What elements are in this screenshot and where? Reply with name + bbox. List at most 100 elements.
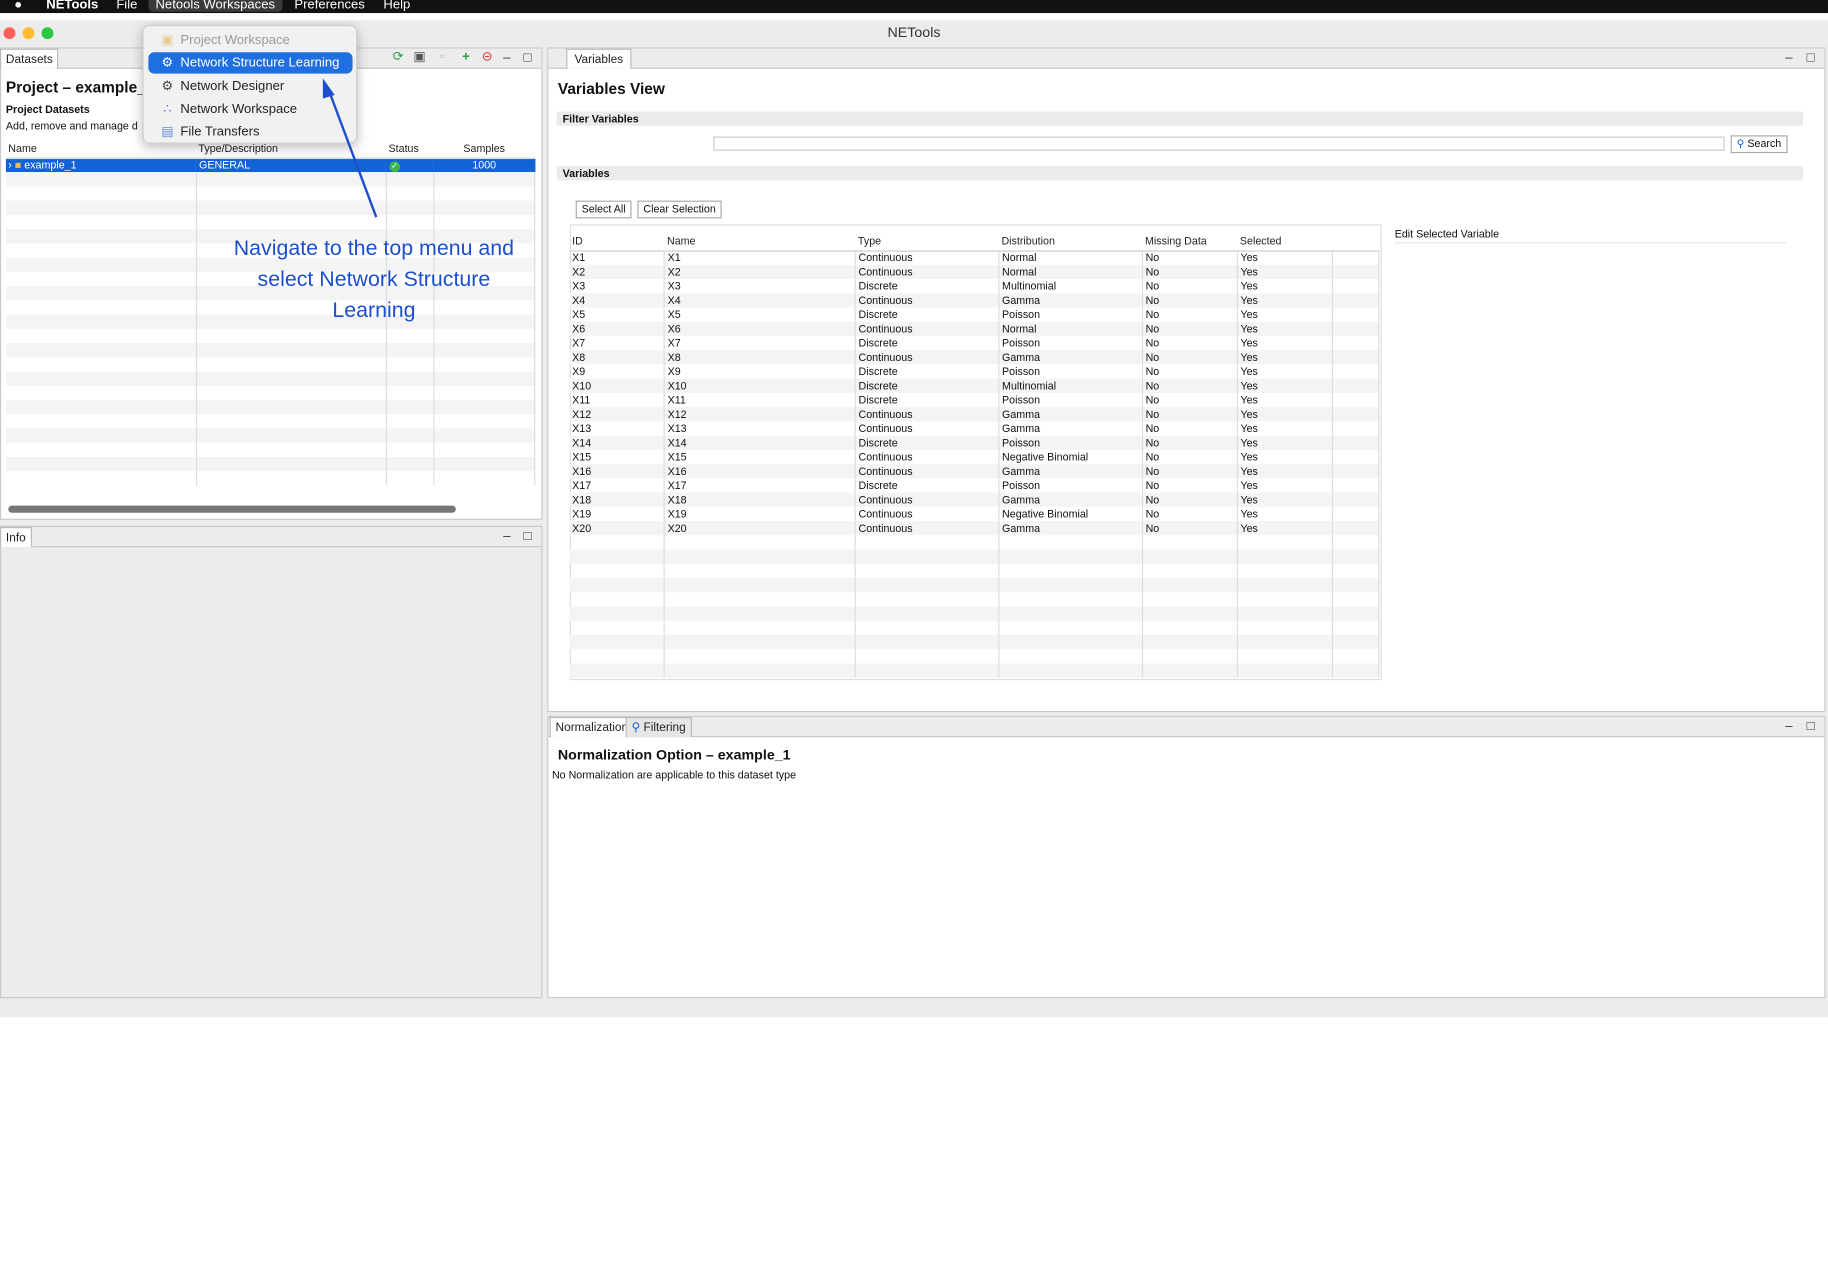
variable-cell: Gamma bbox=[999, 521, 1144, 536]
column-header[interactable]: Status bbox=[386, 138, 434, 159]
maximize-panel-icon[interactable]: □ bbox=[1807, 50, 1815, 67]
apple-icon[interactable]: ● bbox=[14, 0, 22, 12]
maximize-panel-icon[interactable]: □ bbox=[1807, 718, 1815, 735]
menu-item-label: Network Designer bbox=[180, 79, 285, 94]
dataset-row[interactable]: › ■ example_1 GENERAL ✓ 1000 bbox=[5, 157, 536, 173]
zoom-window-button[interactable] bbox=[41, 27, 54, 40]
variable-cell: Yes bbox=[1237, 321, 1334, 336]
variable-cell: X6 bbox=[569, 321, 666, 336]
variable-cell: No bbox=[1142, 278, 1239, 294]
variable-cell: Discrete bbox=[855, 278, 1000, 294]
variable-cell: X11 bbox=[664, 392, 857, 408]
menu-item-file-transfers[interactable]: ▤ File Transfers bbox=[148, 121, 352, 142]
variable-cell: Negative Binomial bbox=[999, 506, 1144, 522]
minimize-panel-icon[interactable]: – bbox=[503, 528, 510, 545]
variable-row[interactable]: X1 X1 Continuous Normal No Yes bbox=[569, 250, 1380, 265]
variable-cell: X12 bbox=[664, 407, 857, 422]
variable-row[interactable]: X16 X16 Continuous Gamma No Yes bbox=[569, 464, 1380, 479]
column-header[interactable]: Samples bbox=[433, 138, 535, 159]
variable-cell: X8 bbox=[664, 350, 857, 365]
tab-filtering[interactable]: ⚲ Filtering bbox=[625, 716, 692, 738]
annotation-text: Navigate to the top menu and select Netw… bbox=[233, 236, 515, 322]
menu-netools-workspaces[interactable]: Netools Workspaces bbox=[148, 0, 283, 12]
variable-cell: Yes bbox=[1237, 478, 1334, 493]
variable-row[interactable]: X9 X9 Discrete Poisson No Yes bbox=[569, 364, 1380, 379]
minimize-window-button[interactable] bbox=[22, 27, 35, 40]
column-header bbox=[1332, 231, 1379, 252]
menu-help[interactable]: Help bbox=[383, 0, 410, 12]
variable-cell: Yes bbox=[1237, 378, 1334, 393]
variable-row[interactable]: X7 X7 Discrete Poisson No Yes bbox=[569, 335, 1380, 351]
variable-cell: Yes bbox=[1237, 464, 1334, 479]
variable-row[interactable]: X8 X8 Continuous Gamma No Yes bbox=[569, 350, 1380, 365]
horizontal-scrollbar[interactable] bbox=[8, 505, 456, 513]
dataset-type-cell: GENERAL bbox=[196, 157, 387, 173]
variable-row[interactable]: X11 X11 Discrete Poisson No Yes bbox=[569, 392, 1380, 408]
variable-row[interactable]: X10 X10 Discrete Multinomial No Yes bbox=[569, 378, 1380, 393]
variable-cell: Yes bbox=[1237, 264, 1334, 279]
document-icon[interactable]: ▫ bbox=[433, 49, 451, 67]
remove-icon[interactable]: ⊝ bbox=[478, 49, 496, 67]
variable-cell: X17 bbox=[569, 478, 666, 493]
column-header[interactable]: Distribution bbox=[999, 231, 1143, 252]
variable-cell: X5 bbox=[664, 307, 857, 322]
empty-row bbox=[569, 635, 1380, 650]
variable-row[interactable]: X19 X19 Continuous Negative Binomial No Yes bbox=[569, 506, 1380, 522]
variable-row[interactable]: X20 X20 Continuous Gamma No Yes bbox=[569, 521, 1380, 536]
variables-view-title: Variables View bbox=[557, 79, 665, 98]
info-panel: Info – □ bbox=[0, 525, 543, 999]
empty-row bbox=[5, 442, 536, 457]
maximize-panel-icon[interactable]: □ bbox=[523, 50, 531, 67]
minimize-panel-icon[interactable]: – bbox=[503, 50, 510, 67]
tab-info[interactable]: Info bbox=[0, 527, 32, 548]
file-icon: ▤ bbox=[161, 124, 174, 140]
column-header[interactable]: ID bbox=[569, 231, 665, 252]
tab-variables[interactable]: Variables bbox=[566, 48, 632, 69]
variable-cell: Poisson bbox=[999, 364, 1144, 379]
tab-datasets[interactable]: Datasets bbox=[0, 48, 59, 69]
add-icon[interactable]: + bbox=[457, 49, 475, 67]
app-menu[interactable]: NETools bbox=[46, 0, 98, 12]
refresh-icon[interactable]: ⟳ bbox=[389, 49, 407, 67]
variable-cell: X11 bbox=[569, 392, 666, 408]
variable-cell: Continuous bbox=[855, 521, 1000, 536]
variable-row[interactable]: X15 X15 Continuous Negative Binomial No Yes bbox=[569, 449, 1380, 465]
variable-row[interactable]: X18 X18 Continuous Gamma No Yes bbox=[569, 492, 1380, 507]
column-header[interactable]: Name bbox=[664, 231, 856, 252]
variable-row[interactable]: X13 X13 Continuous Gamma No Yes bbox=[569, 421, 1380, 436]
variable-row[interactable]: X12 X12 Continuous Gamma No Yes bbox=[569, 407, 1380, 422]
variable-row[interactable]: X4 X4 Continuous Gamma No Yes bbox=[569, 293, 1380, 308]
close-window-button[interactable] bbox=[3, 27, 16, 40]
variable-cell: X8 bbox=[569, 350, 666, 365]
variable-cell: Yes bbox=[1237, 364, 1334, 379]
variable-cell: X16 bbox=[569, 464, 666, 479]
variable-row[interactable]: X17 X17 Discrete Poisson No Yes bbox=[569, 478, 1380, 493]
variable-row[interactable]: X6 X6 Continuous Normal No Yes bbox=[569, 321, 1380, 336]
clear-selection-button[interactable]: Clear Selection bbox=[637, 200, 722, 219]
empty-row bbox=[569, 620, 1380, 636]
minimize-panel-icon[interactable]: – bbox=[1785, 718, 1792, 735]
variable-row[interactable]: X5 X5 Discrete Poisson No Yes bbox=[569, 307, 1380, 322]
menu-item-network-designer[interactable]: ⚙ Network Designer bbox=[148, 75, 352, 96]
dataset-name-cell[interactable]: › ■ example_1 bbox=[5, 157, 197, 173]
variable-row[interactable]: X3 X3 Discrete Multinomial No Yes bbox=[569, 278, 1380, 294]
dataset-name: example_1 bbox=[24, 159, 77, 172]
tab-normalization[interactable]: Normalization bbox=[549, 716, 635, 738]
minimize-panel-icon[interactable]: – bbox=[1785, 50, 1792, 67]
menu-file[interactable]: File bbox=[116, 0, 137, 12]
column-header[interactable]: Missing Data bbox=[1142, 231, 1238, 252]
variable-row[interactable]: X14 X14 Discrete Poisson No Yes bbox=[569, 435, 1380, 450]
menu-item-network-structure-learning[interactable]: ⚙ Network Structure Learning bbox=[148, 52, 353, 74]
menu-item-network-workspace[interactable]: ∴ Network Workspace bbox=[148, 98, 352, 119]
search-button[interactable]: ⚲ Search bbox=[1730, 135, 1788, 154]
filter-input[interactable] bbox=[713, 136, 1725, 151]
select-all-button[interactable]: Select All bbox=[575, 200, 632, 219]
column-header[interactable]: Type bbox=[855, 231, 1000, 252]
variable-cell: X13 bbox=[664, 421, 857, 436]
variable-row[interactable]: X2 X2 Continuous Normal No Yes bbox=[569, 264, 1380, 279]
menu-preferences[interactable]: Preferences bbox=[294, 0, 364, 12]
menu-item-project-workspace: ▣ Project Workspace bbox=[148, 30, 352, 51]
column-header[interactable]: Selected bbox=[1237, 231, 1333, 252]
maximize-panel-icon[interactable]: □ bbox=[523, 528, 531, 545]
save-icon[interactable]: ▣ bbox=[411, 49, 429, 67]
